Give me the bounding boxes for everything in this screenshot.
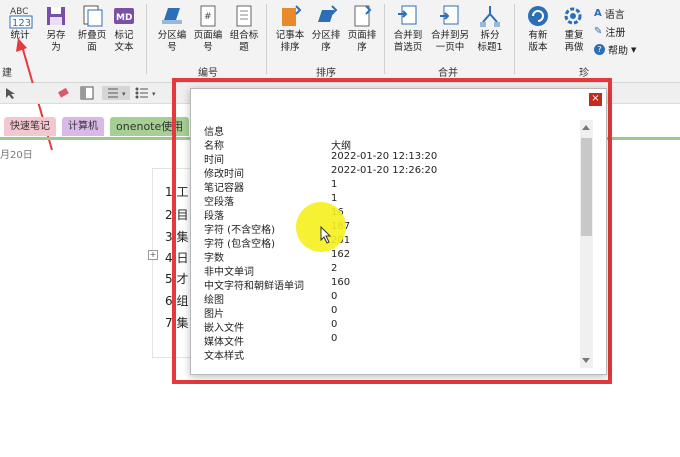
mouse-cursor-icon xyxy=(320,226,332,244)
info-list: 信息 名称 大纲 时间 2022-01-20 12:13:20 修改时间 2022-0… xyxy=(204,127,438,362)
scroll-up-icon[interactable] xyxy=(582,125,590,130)
scroll-down-icon[interactable] xyxy=(582,358,590,363)
info-scrollbar[interactable] xyxy=(580,120,593,368)
scroll-thumb[interactable] xyxy=(581,138,592,236)
close-button[interactable]: × xyxy=(589,93,602,106)
expand-icon[interactable]: + xyxy=(148,250,158,260)
numbered-list-icon[interactable]: ▾ xyxy=(102,86,130,100)
layout-icon[interactable] xyxy=(80,86,94,100)
eraser-icon[interactable] xyxy=(56,86,70,100)
svg-text:▾: ▾ xyxy=(122,90,126,98)
select-text-icon[interactable] xyxy=(4,86,18,100)
tab-quick-notes[interactable]: 快速笔记 xyxy=(4,117,56,136)
page-date: 月20日 xyxy=(0,150,33,161)
bullet-list-icon[interactable]: ▾ xyxy=(134,86,160,100)
tab-computer[interactable]: 计算机 xyxy=(62,117,104,136)
info-dialog: × 信息 名称 大纲 时间 2022-01-20 12:13:20 修改时间 2022… xyxy=(190,88,607,375)
svg-text:▾: ▾ xyxy=(152,90,156,98)
